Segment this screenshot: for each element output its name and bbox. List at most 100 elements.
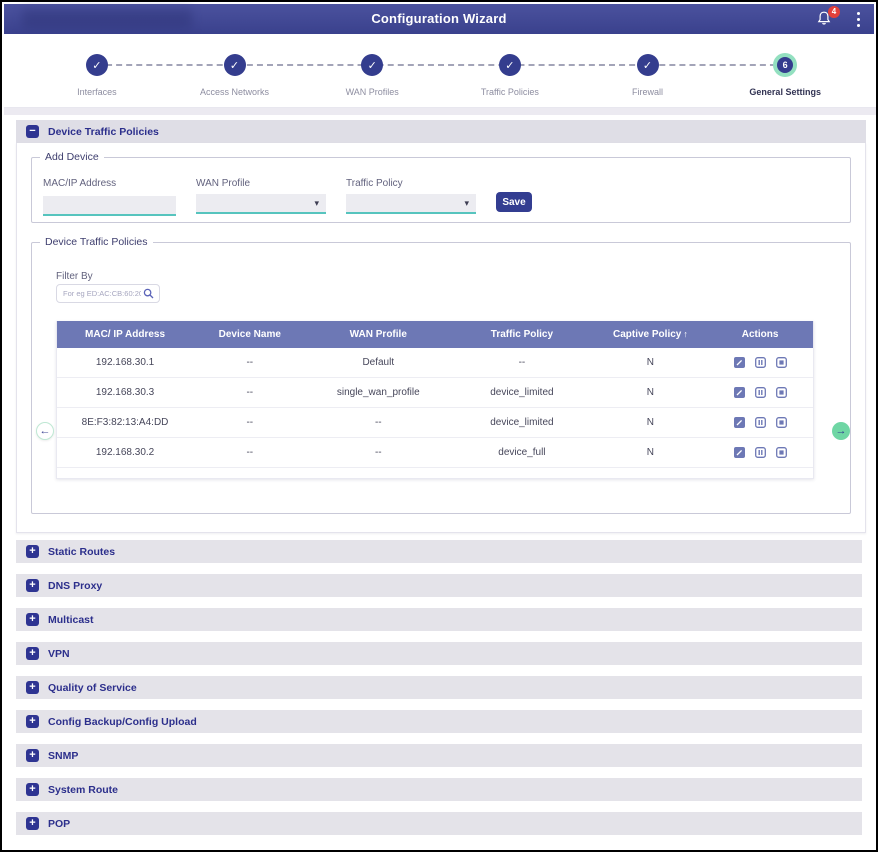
cell-captive-policy: N [594, 438, 707, 468]
accordion-title: Static Routes [48, 546, 115, 558]
step-general-settings-active[interactable]: 6 General Settings [716, 53, 854, 97]
step-access-networks[interactable]: ✓ Access Networks [166, 53, 304, 97]
add-device-legend: Add Device [40, 151, 104, 163]
accordion-title: Multicast [48, 614, 94, 626]
pause-action-button[interactable] [755, 387, 766, 398]
accordion-device-traffic-policies[interactable]: − Device Traffic Policies [16, 120, 866, 143]
device-traffic-policies-body: Add Device MAC/IP Address WAN Profile ▾ … [16, 143, 866, 533]
accordion-system-route[interactable]: + System Route [16, 778, 862, 801]
device-traffic-policies-panel: − Device Traffic Policies Add Device MAC… [4, 115, 878, 535]
cell-wan-profile: single_wan_profile [306, 378, 450, 408]
chevron-down-icon: ▾ [314, 198, 319, 209]
expand-icon[interactable]: + [26, 817, 39, 830]
accordion-title: System Route [48, 784, 118, 796]
cell-device-name: -- [193, 378, 306, 408]
traffic-policy-select[interactable]: ▾ [346, 194, 476, 214]
stop-action-button[interactable] [776, 387, 787, 398]
cell-mac-ip: 192.168.30.1 [57, 348, 193, 378]
edit-action-button[interactable] [734, 447, 745, 458]
pause-action-button[interactable] [755, 357, 766, 368]
expand-icon[interactable]: + [26, 613, 39, 626]
edit-action-button[interactable] [734, 387, 745, 398]
edit-action-button[interactable] [734, 357, 745, 368]
kebab-menu-icon[interactable] [857, 12, 860, 27]
accordion-pop[interactable]: + POP [16, 812, 862, 835]
cell-device-name: -- [193, 408, 306, 438]
cell-device-name: -- [193, 348, 306, 378]
col-captive-policy-sort[interactable]: Captive Policy↑ [594, 321, 707, 348]
col-mac-ip: MAC/ IP Address [57, 321, 193, 348]
accordion-multicast[interactable]: + Multicast [16, 608, 862, 631]
collapse-icon[interactable]: − [26, 125, 39, 138]
cell-mac-ip: 192.168.30.2 [57, 438, 193, 468]
col-device-name: Device Name [193, 321, 306, 348]
filter-input[interactable] [57, 289, 143, 298]
step-wan-profiles[interactable]: ✓ WAN Profiles [303, 53, 441, 97]
step-traffic-policies[interactable]: ✓ Traffic Policies [441, 53, 579, 97]
mac-ip-input[interactable] [43, 196, 176, 216]
device-table-fieldset: Device Traffic Policies Filter By [31, 242, 851, 514]
pause-action-button[interactable] [755, 447, 766, 458]
cell-traffic-policy: -- [450, 348, 594, 378]
cell-device-name: -- [193, 438, 306, 468]
step-label: WAN Profiles [346, 87, 399, 97]
cell-captive-policy: N [594, 348, 707, 378]
cell-wan-profile: -- [306, 438, 450, 468]
page-title: Configuration Wizard [4, 4, 874, 34]
table-row: 8E:F3:82:13:A4:DD -- -- device_limited N [57, 408, 813, 438]
step-label: Interfaces [77, 87, 117, 97]
step-interfaces[interactable]: ✓ Interfaces [28, 53, 166, 97]
sort-up-icon: ↑ [683, 329, 688, 339]
device-table-legend: Device Traffic Policies [40, 236, 153, 248]
section-divider [4, 108, 878, 115]
stop-action-button[interactable] [776, 357, 787, 368]
step-label: Access Networks [200, 87, 269, 97]
accordion-config-backup-upload[interactable]: + Config Backup/Config Upload [16, 710, 862, 733]
accordion-title: SNMP [48, 750, 78, 762]
pause-action-button[interactable] [755, 417, 766, 428]
accordion-title: Config Backup/Config Upload [48, 716, 197, 728]
accordion-snmp[interactable]: + SNMP [16, 744, 862, 767]
accordion-title: POP [48, 818, 70, 830]
wan-profile-select[interactable]: ▾ [196, 194, 326, 214]
col-actions: Actions [707, 321, 813, 348]
accordion-static-routes[interactable]: + Static Routes [16, 540, 862, 563]
accordion-title: Device Traffic Policies [48, 126, 159, 138]
stop-action-button[interactable] [776, 417, 787, 428]
accordion-dns-proxy[interactable]: + DNS Proxy [16, 574, 862, 597]
accordion-title: VPN [48, 648, 70, 660]
previous-page-button[interactable]: ← [36, 422, 54, 440]
table-row: 192.168.30.1 -- Default -- N [57, 348, 813, 378]
collapsed-sections: + Static Routes + DNS Proxy + Multicast … [16, 540, 862, 846]
step-firewall[interactable]: ✓ Firewall [579, 53, 717, 97]
edit-action-button[interactable] [734, 417, 745, 428]
cell-mac-ip: 8E:F3:82:13:A4:DD [57, 408, 193, 438]
expand-icon[interactable]: + [26, 783, 39, 796]
notification-bell-button[interactable]: 4 [816, 10, 834, 28]
cell-mac-ip: 192.168.30.3 [57, 378, 193, 408]
table-row: 192.168.30.3 -- single_wan_profile devic… [57, 378, 813, 408]
col-traffic-policy: Traffic Policy [450, 321, 594, 348]
step-check-icon: ✓ [499, 54, 521, 76]
search-icon[interactable] [143, 288, 154, 299]
accordion-quality-of-service[interactable]: + Quality of Service [16, 676, 862, 699]
expand-icon[interactable]: + [26, 579, 39, 592]
next-page-button[interactable]: → [832, 422, 850, 440]
save-button[interactable]: Save [496, 192, 532, 212]
cell-captive-policy: N [594, 408, 707, 438]
accordion-vpn[interactable]: + VPN [16, 642, 862, 665]
stop-action-button[interactable] [776, 447, 787, 458]
step-label: Traffic Policies [481, 87, 539, 97]
step-check-icon: ✓ [224, 54, 246, 76]
expand-icon[interactable]: + [26, 647, 39, 660]
expand-icon[interactable]: + [26, 545, 39, 558]
expand-icon[interactable]: + [26, 681, 39, 694]
expand-icon[interactable]: + [26, 715, 39, 728]
add-device-fieldset: Add Device MAC/IP Address WAN Profile ▾ … [31, 157, 851, 223]
step-label: General Settings [749, 87, 821, 97]
step-number: 6 [777, 57, 793, 73]
accordion-title: Quality of Service [48, 682, 137, 694]
expand-icon[interactable]: + [26, 749, 39, 762]
step-label: Firewall [632, 87, 663, 97]
traffic-policy-label: Traffic Policy [346, 178, 476, 189]
